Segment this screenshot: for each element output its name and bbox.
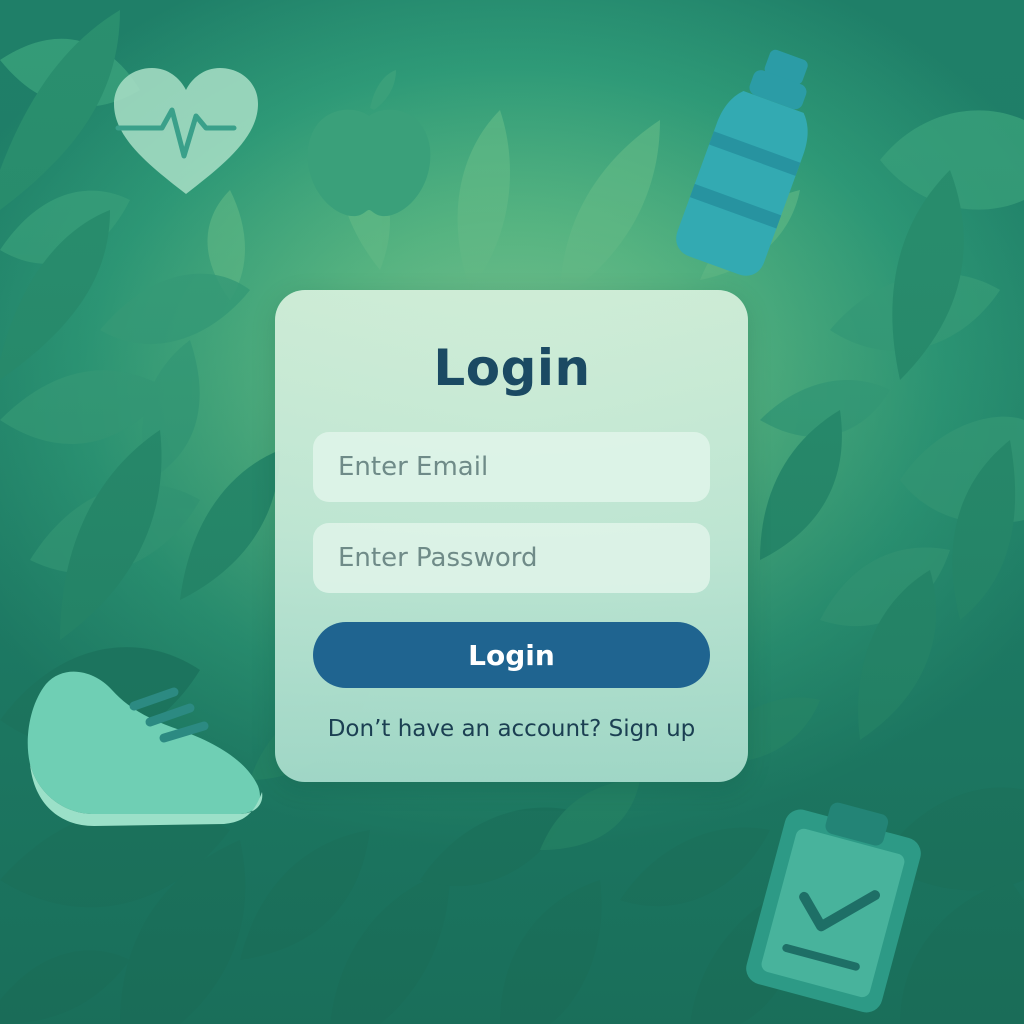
login-button[interactable]: Login [313, 622, 710, 688]
signup-prompt: Don’t have an account? [327, 716, 602, 742]
signup-row: Don’t have an account? Sign up [275, 712, 748, 746]
heart-rate-icon [110, 66, 262, 196]
password-input[interactable] [313, 523, 710, 593]
sneaker-icon [24, 664, 268, 836]
login-title: Login [433, 339, 591, 397]
apple-icon [304, 68, 434, 220]
clipboard-check-icon [726, 786, 936, 1016]
water-bottle-icon [676, 40, 816, 280]
email-input[interactable] [313, 432, 710, 502]
signup-link[interactable]: Sign up [609, 716, 696, 742]
